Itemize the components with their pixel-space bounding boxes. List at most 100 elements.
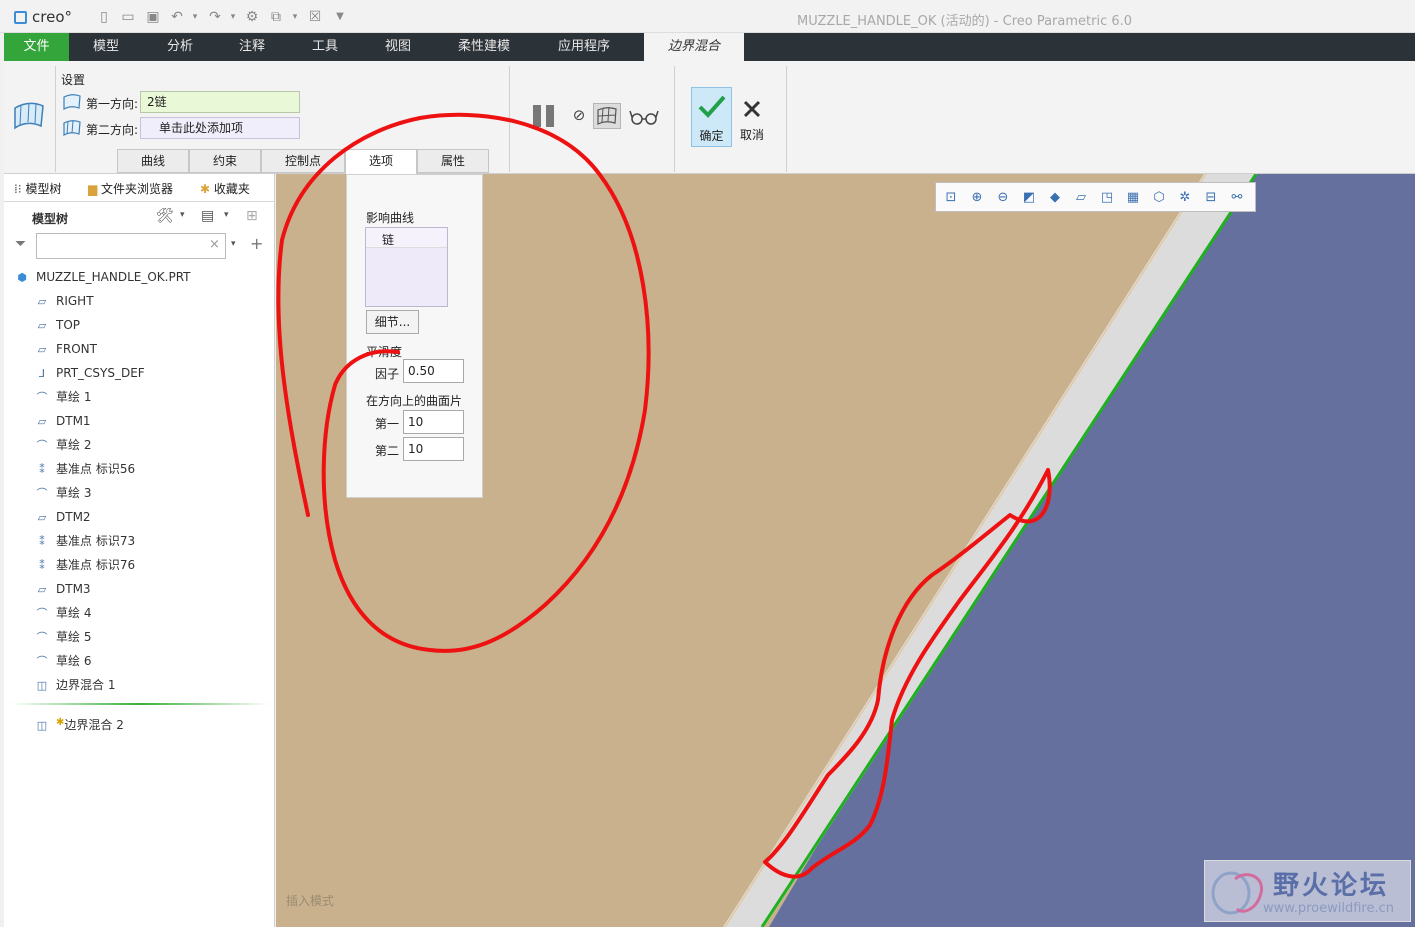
boundary-blend-feature-icon <box>14 102 44 130</box>
redo-dropdown-icon[interactable]: ▾ <box>225 9 241 25</box>
view-manager-icon[interactable]: ◳ <box>1098 189 1116 207</box>
tree-item[interactable]: ▱ RIGHT <box>34 291 94 311</box>
open-file-icon[interactable]: ▭ <box>120 9 136 25</box>
subtab-options[interactable]: 选项 <box>345 149 417 175</box>
tree-settings-icon[interactable]: ⊞ <box>246 208 258 224</box>
tree-item-label: 草绘 6 <box>56 654 92 668</box>
tab-view[interactable]: 视图 <box>368 33 428 61</box>
tree-item[interactable]: ◫ 边界混合 1 <box>34 675 116 695</box>
zoom-in-icon[interactable]: ⊕ <box>968 189 986 207</box>
subtab-curves[interactable]: 曲线 <box>117 149 189 173</box>
tree-item[interactable]: ⌒ 草绘 2 <box>34 435 92 455</box>
windows-icon[interactable]: ⧉ <box>268 9 284 25</box>
pause-icon[interactable] <box>532 105 556 127</box>
perspective-icon[interactable]: ▦ <box>1124 189 1142 207</box>
first-patches-input[interactable]: 10 <box>403 410 464 434</box>
undo-icon[interactable]: ↶ <box>169 9 185 25</box>
show-dropdown-icon[interactable]: ▾ <box>224 210 229 220</box>
clear-search-icon[interactable]: × <box>209 237 220 252</box>
second-direction-collector[interactable]: 单击此处添加项 <box>140 117 300 139</box>
tab-favorites[interactable]: ✱ 收藏夹 <box>200 180 250 197</box>
tree-item-label: 基准点 标识76 <box>56 558 136 572</box>
display-style-icon[interactable]: ◆ <box>1046 189 1064 207</box>
save-icon[interactable]: ▣ <box>145 9 161 25</box>
subtab-constraints[interactable]: 约束 <box>189 149 261 173</box>
tree-item[interactable]: ▱ FRONT <box>34 339 97 359</box>
patches-label: 在方向上的曲面片 <box>366 394 463 408</box>
tree-root-item[interactable]: ⬢ MUZZLE_HANDLE_OK.PRT <box>14 267 190 287</box>
tab-file[interactable]: 文件 <box>4 33 69 61</box>
section-icon[interactable]: ⬡ <box>1150 189 1168 207</box>
first-direction-collector[interactable]: 2链 <box>140 91 300 113</box>
sketch-icon: ⌒ <box>36 439 48 452</box>
tab-analysis[interactable]: 分析 <box>150 33 210 61</box>
show-icon[interactable]: ▤ <box>201 208 214 224</box>
tree-item[interactable]: ⌒ 草绘 1 <box>34 387 92 407</box>
cancel-label: 取消 <box>739 128 764 142</box>
influence-curves-collector[interactable]: 链 <box>365 227 448 307</box>
second-patches-input[interactable]: 10 <box>403 437 464 461</box>
ribbon-separator <box>55 66 56 172</box>
datum-display-icon[interactable]: ✲ <box>1176 189 1194 207</box>
tab-annotate[interactable]: 注释 <box>222 33 282 61</box>
windows-dropdown-icon[interactable]: ▾ <box>287 9 303 25</box>
tree-item[interactable]: ⌒ 草绘 4 <box>34 603 92 623</box>
model-tree-header: 模型树 <box>32 212 69 226</box>
tree-item[interactable]: ⁑ 基准点 标识76 <box>34 555 135 575</box>
zoom-out-icon[interactable]: ⊖ <box>994 189 1012 207</box>
new-file-icon[interactable]: ▯ <box>96 9 112 25</box>
tree-item[interactable]: ▱ DTM2 <box>34 507 91 527</box>
factor-input[interactable]: 0.50 <box>403 359 464 383</box>
tree-item-active-feature[interactable]: ◫ ✱边界混合 2 <box>34 713 124 733</box>
repaint-icon[interactable]: ◩ <box>1020 189 1038 207</box>
tree-search-input[interactable]: × <box>36 233 226 259</box>
insert-indicator[interactable] <box>10 703 270 705</box>
regenerate-icon[interactable]: ⚙ <box>244 9 260 25</box>
tree-item-label: 草绘 3 <box>56 486 92 500</box>
tab-applications[interactable]: 应用程序 <box>544 33 624 61</box>
tree-item[interactable]: ⌒ 草绘 3 <box>34 483 92 503</box>
redo-icon[interactable]: ↷ <box>207 9 223 25</box>
close-window-icon[interactable]: ☒ <box>307 9 323 25</box>
tools-icon[interactable]: 🛠︎ <box>156 208 174 224</box>
status-mode-label: 插入模式 <box>286 894 335 908</box>
tree-item[interactable]: ▱ DTM1 <box>34 411 91 431</box>
tab-model[interactable]: 模型 <box>76 33 136 61</box>
tab-folder-browser[interactable]: ▆ 文件夹浏览器 <box>88 180 173 197</box>
tree-item-label: DTM1 <box>56 414 91 428</box>
tab-boundary-blend[interactable]: 边界混合 <box>644 33 744 61</box>
influence-chain-item[interactable]: 链 <box>382 231 394 248</box>
tree-item[interactable]: ⁑ 基准点 标识73 <box>34 531 135 551</box>
tree-item[interactable]: ⌒ 草绘 6 <box>34 651 92 671</box>
saved-orientations-icon[interactable]: ▱ <box>1072 189 1090 207</box>
tree-item[interactable]: ⅃ PRT_CSYS_DEF <box>34 363 145 383</box>
details-button[interactable]: 细节... <box>366 310 419 334</box>
cancel-button[interactable]: 取消 <box>735 87 769 147</box>
annotation-display-icon[interactable]: ⊟ <box>1202 189 1220 207</box>
tab-tools[interactable]: 工具 <box>295 33 355 61</box>
mesh-preview-icon[interactable] <box>593 103 621 129</box>
subtab-properties[interactable]: 属性 <box>417 149 489 173</box>
tree-item-label: TOP <box>56 318 81 332</box>
spin-center-icon[interactable]: ⚯ <box>1228 189 1246 207</box>
tree-item-label: 草绘 5 <box>56 630 92 644</box>
tab-model-tree-nav[interactable]: ⁞⁝ 模型树 <box>14 180 61 197</box>
add-filter-icon[interactable]: + <box>250 234 263 253</box>
tools-dropdown-icon[interactable]: ▾ <box>180 210 185 220</box>
customize-toolbar-icon[interactable]: ▼ <box>332 9 348 25</box>
datum-plane-icon: ▱ <box>37 295 47 308</box>
filter-icon[interactable]: ⏷ <box>15 236 26 252</box>
no-preview-icon[interactable]: ⊘ <box>571 107 587 123</box>
subtab-control-points[interactable]: 控制点 <box>261 149 345 173</box>
tree-item[interactable]: ▱ DTM3 <box>34 579 91 599</box>
tree-item[interactable]: ⌒ 草绘 5 <box>34 627 92 647</box>
glasses-preview-icon[interactable] <box>629 108 659 126</box>
search-dropdown-icon[interactable]: ▾ <box>231 239 236 249</box>
tab-flexible-modeling[interactable]: 柔性建模 <box>444 33 524 61</box>
refit-icon[interactable]: ⊡ <box>942 189 960 207</box>
undo-dropdown-icon[interactable]: ▾ <box>187 9 203 25</box>
watermark-url: www.proewildfire.cn <box>1263 901 1394 916</box>
ok-button[interactable]: 确定 <box>691 87 732 147</box>
tree-item[interactable]: ▱ TOP <box>34 315 80 335</box>
tree-item[interactable]: ⁑ 基准点 标识56 <box>34 459 135 479</box>
